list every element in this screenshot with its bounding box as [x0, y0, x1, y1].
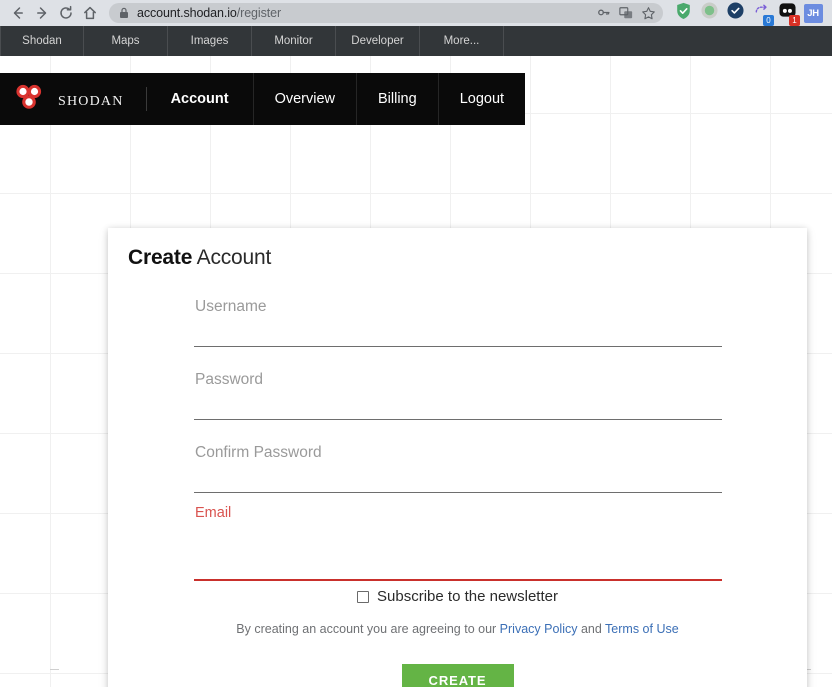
bookmark-images[interactable]: Images [168, 26, 252, 56]
url-text: account.shodan.io/register [137, 6, 282, 20]
circle-icon [700, 2, 718, 24]
extension-loop-refresh[interactable]: 0 [748, 0, 774, 26]
bookmarks-bar: Shodan Maps Images Monitor Developer Mor… [0, 26, 832, 56]
bookmark-monitor[interactable]: Monitor [252, 26, 336, 56]
header-item-billing[interactable]: Billing [356, 73, 438, 125]
extension-shield-check[interactable] [670, 0, 696, 26]
address-bar[interactable]: account.shodan.io/register [109, 3, 663, 23]
browser-toolbar: account.shodan.io/register 0 1 JH [0, 0, 832, 26]
password-label: Password [195, 371, 264, 388]
newsletter-checkbox[interactable] [357, 590, 370, 603]
terms-middle: and [577, 622, 606, 636]
create-button[interactable]: CREATE [401, 664, 514, 687]
field-confirm-password[interactable]: Confirm Password [194, 436, 722, 509]
back-arrow-icon [10, 5, 26, 21]
extension-badge: 1 [789, 15, 800, 26]
back-button[interactable] [6, 2, 30, 24]
bookmark-developer[interactable]: Developer [336, 26, 420, 56]
bookmark-more[interactable]: More... [420, 26, 504, 56]
page-title: Create Account [128, 246, 271, 270]
extension-black-square[interactable]: 1 [774, 0, 800, 26]
confirm-password-underline [194, 492, 722, 493]
header-item-account[interactable]: Account [147, 73, 253, 125]
extension-check-circle[interactable] [722, 0, 748, 26]
bookmarks-spacer [504, 26, 832, 56]
browser-chrome: account.shodan.io/register 0 1 JH Shodan… [0, 0, 832, 56]
forward-button[interactable] [30, 2, 54, 24]
terms-of-use-link[interactable]: Terms of Use [605, 622, 679, 636]
reload-icon [58, 5, 74, 21]
field-password[interactable]: Password [194, 363, 722, 436]
username-underline [194, 346, 722, 347]
shield-check-icon [675, 2, 692, 25]
lock-icon [119, 7, 129, 19]
extension-badge: 0 [763, 15, 774, 26]
newsletter-label: Subscribe to the newsletter [377, 588, 558, 605]
shodan-logo-icon [12, 83, 46, 116]
brand-logo-link[interactable]: Shodan [0, 73, 146, 125]
header-item-logout[interactable]: Logout [437, 73, 525, 125]
privacy-policy-link[interactable]: Privacy Policy [500, 622, 578, 636]
bookmark-shodan[interactable]: Shodan [0, 26, 84, 56]
register-card: Create Account Username Password Confirm… [108, 228, 807, 687]
newsletter-row[interactable]: Subscribe to the newsletter [108, 588, 807, 605]
page-body: Shodan Account Overview Billing Logout C… [0, 56, 832, 687]
avatar: JH [803, 3, 823, 23]
key-icon[interactable] [593, 3, 615, 23]
password-underline [194, 419, 722, 420]
translate-icon[interactable] [615, 3, 637, 23]
forward-arrow-icon [34, 5, 50, 21]
page-title-bold: Create [128, 246, 193, 269]
register-form: Username Password Confirm Password Email [194, 290, 722, 589]
confirm-password-label: Confirm Password [195, 444, 322, 461]
field-username[interactable]: Username [194, 290, 722, 363]
extension-circle[interactable] [696, 0, 722, 26]
email-label: Email [195, 505, 232, 521]
page-title-light: Account [192, 246, 272, 269]
home-icon [82, 5, 98, 21]
profile-button[interactable]: JH [800, 0, 826, 26]
terms-prefix: By creating an account you are agreeing … [236, 622, 500, 636]
home-button[interactable] [78, 2, 102, 24]
terms-text: By creating an account you are agreeing … [108, 622, 807, 636]
field-email[interactable]: Email [194, 505, 722, 589]
bookmark-maps[interactable]: Maps [84, 26, 168, 56]
username-label: Username [195, 298, 267, 315]
header-item-overview[interactable]: Overview [252, 73, 356, 125]
email-underline-error [194, 579, 722, 581]
reload-button[interactable] [54, 2, 78, 24]
check-circle-icon [726, 2, 744, 24]
brand-name: Shodan [58, 87, 124, 110]
star-icon[interactable] [637, 3, 659, 23]
site-header: Shodan Account Overview Billing Logout [0, 73, 526, 125]
